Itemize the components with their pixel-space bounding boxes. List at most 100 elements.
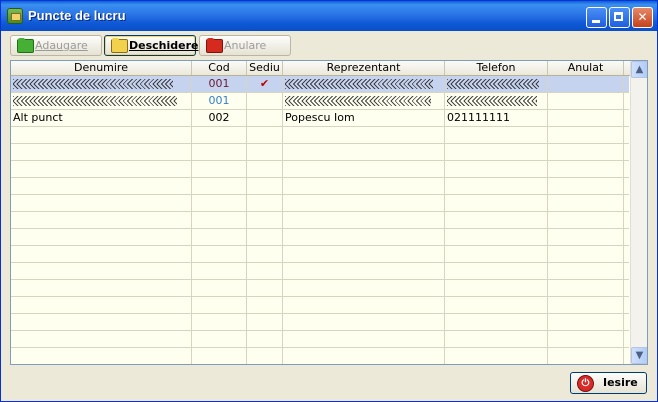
title-bar[interactable]: Puncte de lucru ✕ <box>1 1 657 31</box>
cell-cod: 002 <box>192 110 247 126</box>
empty-cell <box>247 297 283 313</box>
empty-cell <box>283 331 445 347</box>
empty-cell <box>192 280 247 296</box>
col-header-reprezentant[interactable]: Reprezentant <box>283 61 445 75</box>
cell-telefon: 021111111 <box>445 110 548 126</box>
open-button[interactable]: Deschidere <box>104 35 198 56</box>
empty-cell <box>445 348 548 364</box>
empty-cell <box>11 263 192 279</box>
empty-cell <box>11 348 192 364</box>
cell-reprezentant <box>283 93 445 109</box>
empty-cell <box>247 263 283 279</box>
power-icon <box>577 375 594 392</box>
empty-cell <box>445 127 548 143</box>
col-header-sediu[interactable]: Sediu <box>247 61 283 75</box>
cell-cod: 001 <box>192 93 247 109</box>
empty-cell <box>192 178 247 194</box>
scroll-up-icon[interactable]: ▲ <box>631 61 647 78</box>
cancel-folder-icon <box>206 38 223 53</box>
empty-row[interactable] <box>11 331 629 348</box>
empty-cell <box>283 161 445 177</box>
locations-table[interactable]: Denumire Cod Sediu Reprezentant Telefon … <box>10 60 648 365</box>
empty-cell <box>548 348 624 364</box>
empty-cell <box>11 331 192 347</box>
empty-cell <box>247 161 283 177</box>
table-row[interactable]: Alt punct 002 Popescu Iom 021111111 <box>11 110 629 127</box>
empty-cell <box>445 263 548 279</box>
col-header-cod[interactable]: Cod <box>192 61 247 75</box>
empty-cell <box>192 246 247 262</box>
empty-cell <box>11 212 192 228</box>
minimize-button[interactable] <box>586 7 607 28</box>
folders-icon <box>7 8 23 24</box>
empty-row[interactable] <box>11 263 629 280</box>
col-header-telefon[interactable]: Telefon <box>445 61 548 75</box>
empty-cell <box>548 144 624 160</box>
empty-row[interactable] <box>11 161 629 178</box>
add-button[interactable]: Adaugare <box>10 35 102 56</box>
empty-row[interactable] <box>11 246 629 263</box>
vertical-scrollbar[interactable]: ▲ ▼ <box>630 61 647 364</box>
cell-reprezentant: Popescu Iom <box>283 110 445 126</box>
col-header-anulat[interactable]: Anulat <box>548 61 624 75</box>
cell-denumire <box>11 93 192 109</box>
empty-cell <box>548 229 624 245</box>
empty-cell <box>445 144 548 160</box>
cell-reprezentant <box>283 76 445 92</box>
empty-row[interactable] <box>11 229 629 246</box>
empty-cell <box>192 144 247 160</box>
col-header-denumire[interactable]: Denumire <box>11 61 192 75</box>
cell-telefon <box>445 76 548 92</box>
empty-cell <box>11 161 192 177</box>
empty-cell <box>247 178 283 194</box>
close-button[interactable]: ✕ <box>632 7 653 28</box>
scroll-down-icon[interactable]: ▼ <box>631 347 647 364</box>
cancel-button[interactable]: Anulare <box>199 35 291 56</box>
cell-denumire <box>11 76 192 92</box>
empty-cell <box>247 229 283 245</box>
empty-cell <box>283 348 445 364</box>
empty-row[interactable] <box>11 348 629 364</box>
cell-sediu <box>247 93 283 109</box>
add-button-label: Adaugare <box>35 39 88 52</box>
redacted-text <box>285 96 431 106</box>
empty-row[interactable] <box>11 314 629 331</box>
redacted-text <box>13 79 173 89</box>
empty-row[interactable] <box>11 297 629 314</box>
empty-cell <box>548 246 624 262</box>
empty-cell <box>192 348 247 364</box>
empty-cell <box>192 314 247 330</box>
cancel-button-label: Anulare <box>224 39 267 52</box>
empty-cell <box>548 178 624 194</box>
maximize-button[interactable] <box>609 7 630 28</box>
table-row[interactable]: 001 <box>11 93 629 110</box>
empty-cell <box>283 195 445 211</box>
add-folder-icon <box>17 38 34 53</box>
empty-cell <box>548 297 624 313</box>
exit-button[interactable]: Iesire <box>570 372 647 394</box>
cell-sediu <box>247 110 283 126</box>
empty-cell <box>445 280 548 296</box>
empty-cell <box>11 297 192 313</box>
empty-cell <box>192 212 247 228</box>
redacted-text <box>447 96 537 106</box>
empty-cell <box>548 127 624 143</box>
window-title: Puncte de lucru <box>28 8 126 23</box>
empty-row[interactable] <box>11 195 629 212</box>
empty-cell <box>11 127 192 143</box>
table-row[interactable]: 001 ✔ <box>11 76 629 93</box>
empty-cell <box>283 144 445 160</box>
empty-row[interactable] <box>11 212 629 229</box>
exit-button-label: Iesire <box>603 376 638 389</box>
cell-anulat <box>548 110 624 126</box>
empty-cell <box>445 212 548 228</box>
check-icon: ✔ <box>247 76 283 92</box>
empty-cell <box>283 297 445 313</box>
empty-row[interactable] <box>11 144 629 161</box>
empty-row[interactable] <box>11 127 629 144</box>
empty-cell <box>192 195 247 211</box>
empty-cell <box>192 161 247 177</box>
empty-row[interactable] <box>11 280 629 297</box>
empty-cell <box>247 246 283 262</box>
empty-row[interactable] <box>11 178 629 195</box>
